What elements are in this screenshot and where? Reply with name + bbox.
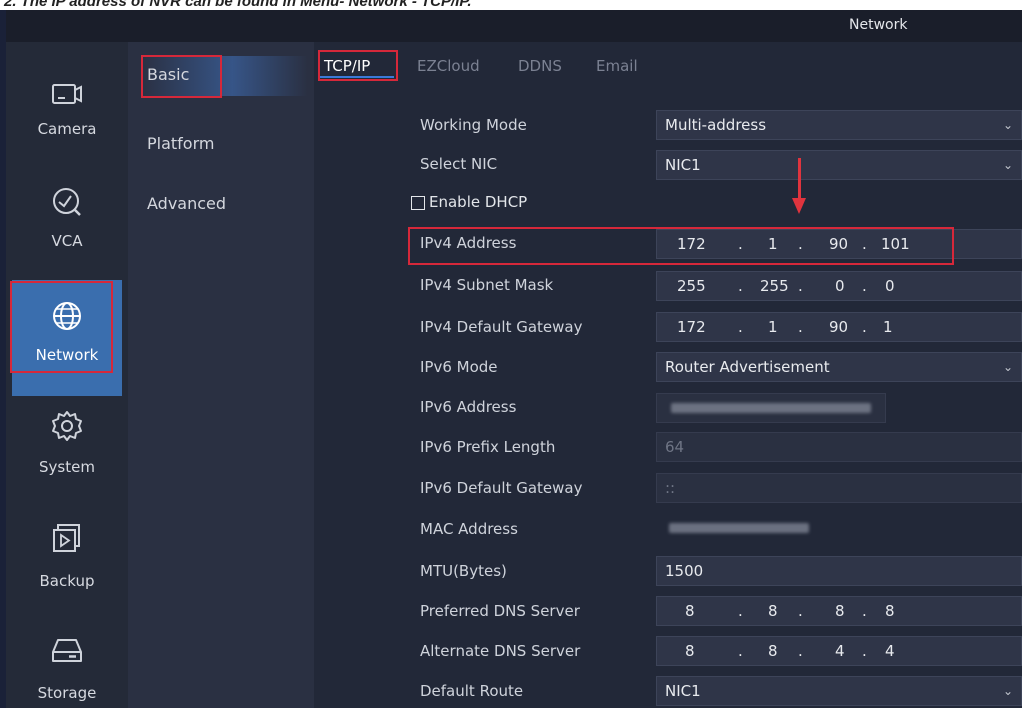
tab-email[interactable]: Email <box>596 57 638 75</box>
select-nic-value: NIC1 <box>665 156 701 174</box>
ip-dot: . <box>798 602 803 620</box>
mtu-input[interactable]: 1500 <box>656 556 1022 586</box>
sidebar-item-backup[interactable]: Backup <box>6 514 128 630</box>
sidebar-item-vca[interactable]: VCA <box>6 172 128 288</box>
alternate-dns-label: Alternate DNS Server <box>420 642 581 660</box>
working-mode-value: Multi-address <box>665 116 767 134</box>
redacted-value <box>671 403 871 413</box>
ipv4-default-gateway-label: IPv4 Default Gateway <box>420 318 583 336</box>
ipv6-default-gateway-field: :: <box>656 473 1022 503</box>
tab-ddns[interactable]: DDNS <box>518 57 562 75</box>
sidebar-item-label: Backup <box>39 572 95 590</box>
ip-octet: 255 <box>677 277 706 295</box>
ip-dot: . <box>862 318 867 336</box>
select-nic-select[interactable]: NIC1 ⌄ <box>656 150 1022 180</box>
ip-octet: 1 <box>883 318 893 336</box>
arrow-down-icon <box>798 158 801 202</box>
ip-octet: 8 <box>835 602 845 620</box>
ip-octet: 1 <box>768 318 778 336</box>
ip-dot: . <box>862 602 867 620</box>
ip-dot: . <box>738 318 743 336</box>
arrow-head-icon <box>792 198 806 214</box>
submenu-item-advanced[interactable]: Advanced <box>147 194 226 213</box>
sidebar-item-label: Storage <box>37 684 97 702</box>
ipv6-address-label: IPv6 Address <box>420 398 517 416</box>
ip-octet: 172 <box>677 318 706 336</box>
chevron-down-icon: ⌄ <box>1002 158 1013 172</box>
ip-octet: 90 <box>829 318 849 336</box>
ip-octet: 8 <box>768 602 778 620</box>
chevron-down-icon: ⌄ <box>1002 684 1013 698</box>
instruction-caption: 2. The IP address of NVR can be found in… <box>0 0 1022 10</box>
storage-icon <box>52 639 82 662</box>
ip-dot: . <box>798 277 803 295</box>
default-route-label: Default Route <box>420 682 524 700</box>
ipv4-subnet-mask-label: IPv4 Subnet Mask <box>420 276 554 294</box>
ipv6-prefix-length-value: 64 <box>665 438 685 456</box>
ip-dot: . <box>738 642 743 660</box>
preferred-dns-input[interactable]: 8 . 8 . 8 . 8 <box>656 596 1022 626</box>
highlight-ipv4-address-box <box>408 227 954 265</box>
chevron-down-icon: ⌄ <box>1002 118 1013 132</box>
enable-dhcp-label: Enable DHCP <box>429 193 528 211</box>
ipv6-mode-label: IPv6 Mode <box>420 358 498 376</box>
tab-ezcloud[interactable]: EZCloud <box>417 57 480 75</box>
default-route-select[interactable]: NIC1 ⌄ <box>656 676 1022 706</box>
sidebar-item-label: Camera <box>37 120 97 138</box>
ipv6-default-gateway-label: IPv6 Default Gateway <box>420 479 583 497</box>
ipv4-subnet-mask-input[interactable]: 255 . 255 . 0 . 0 <box>656 271 1022 301</box>
mtu-value: 1500 <box>665 562 704 580</box>
ip-octet: 4 <box>835 642 845 660</box>
highlight-network-box <box>10 281 113 373</box>
ipv6-mode-value: Router Advertisement <box>665 358 830 376</box>
sidebar-item-label: System <box>39 458 95 476</box>
select-nic-label: Select NIC <box>420 155 498 173</box>
ip-dot: . <box>738 602 743 620</box>
chevron-down-icon: ⌄ <box>1002 360 1013 374</box>
sidebar-item-camera[interactable]: Camera <box>6 60 128 176</box>
ip-dot: . <box>798 642 803 660</box>
sidebar-item-storage[interactable]: Storage <box>6 626 128 708</box>
submenu-item-platform[interactable]: Platform <box>147 134 214 153</box>
mac-address-field <box>656 513 836 543</box>
highlight-basic-box <box>141 55 222 98</box>
redacted-value <box>669 523 809 533</box>
preferred-dns-label: Preferred DNS Server <box>420 602 580 620</box>
ip-dot: . <box>798 318 803 336</box>
ipv6-mode-select[interactable]: Router Advertisement ⌄ <box>656 352 1022 382</box>
gear-icon <box>52 411 82 441</box>
ip-octet: 255 <box>760 277 789 295</box>
working-mode-select[interactable]: Multi-address ⌄ <box>656 110 1022 140</box>
mtu-label: MTU(Bytes) <box>420 562 507 580</box>
window-title: Network <box>849 17 908 33</box>
ip-octet: 8 <box>685 642 695 660</box>
vca-icon <box>53 188 81 216</box>
ipv6-prefix-length-field: 64 <box>656 432 1022 462</box>
ip-octet: 8 <box>768 642 778 660</box>
working-mode-label: Working Mode <box>420 116 527 134</box>
ip-octet: 0 <box>835 277 845 295</box>
enable-dhcp-checkbox[interactable] <box>411 196 425 210</box>
mac-address-label: MAC Address <box>420 520 518 538</box>
ipv6-default-gateway-value: :: <box>665 479 676 497</box>
ip-octet: 8 <box>885 602 895 620</box>
alternate-dns-input[interactable]: 8 . 8 . 4 . 4 <box>656 636 1022 666</box>
ipv6-address-field <box>656 393 886 423</box>
highlight-tcpip-box <box>318 50 398 81</box>
title-bar: Network <box>6 10 1022 42</box>
ip-dot: . <box>862 277 867 295</box>
ipv6-prefix-length-label: IPv6 Prefix Length <box>420 438 556 456</box>
backup-icon <box>53 524 80 552</box>
ip-octet: 4 <box>885 642 895 660</box>
ipv4-default-gateway-input[interactable]: 172 . 1 . 90 . 1 <box>656 312 1022 342</box>
ip-octet: 0 <box>885 277 895 295</box>
sidebar-item-system[interactable]: System <box>6 400 128 516</box>
ip-dot: . <box>862 642 867 660</box>
ip-octet: 8 <box>685 602 695 620</box>
camera-icon <box>52 84 82 104</box>
main-sidebar: Camera VCA Network System Backup Storage <box>6 42 128 708</box>
default-route-value: NIC1 <box>665 682 701 700</box>
sidebar-item-label: VCA <box>51 232 83 250</box>
ip-dot: . <box>738 277 743 295</box>
